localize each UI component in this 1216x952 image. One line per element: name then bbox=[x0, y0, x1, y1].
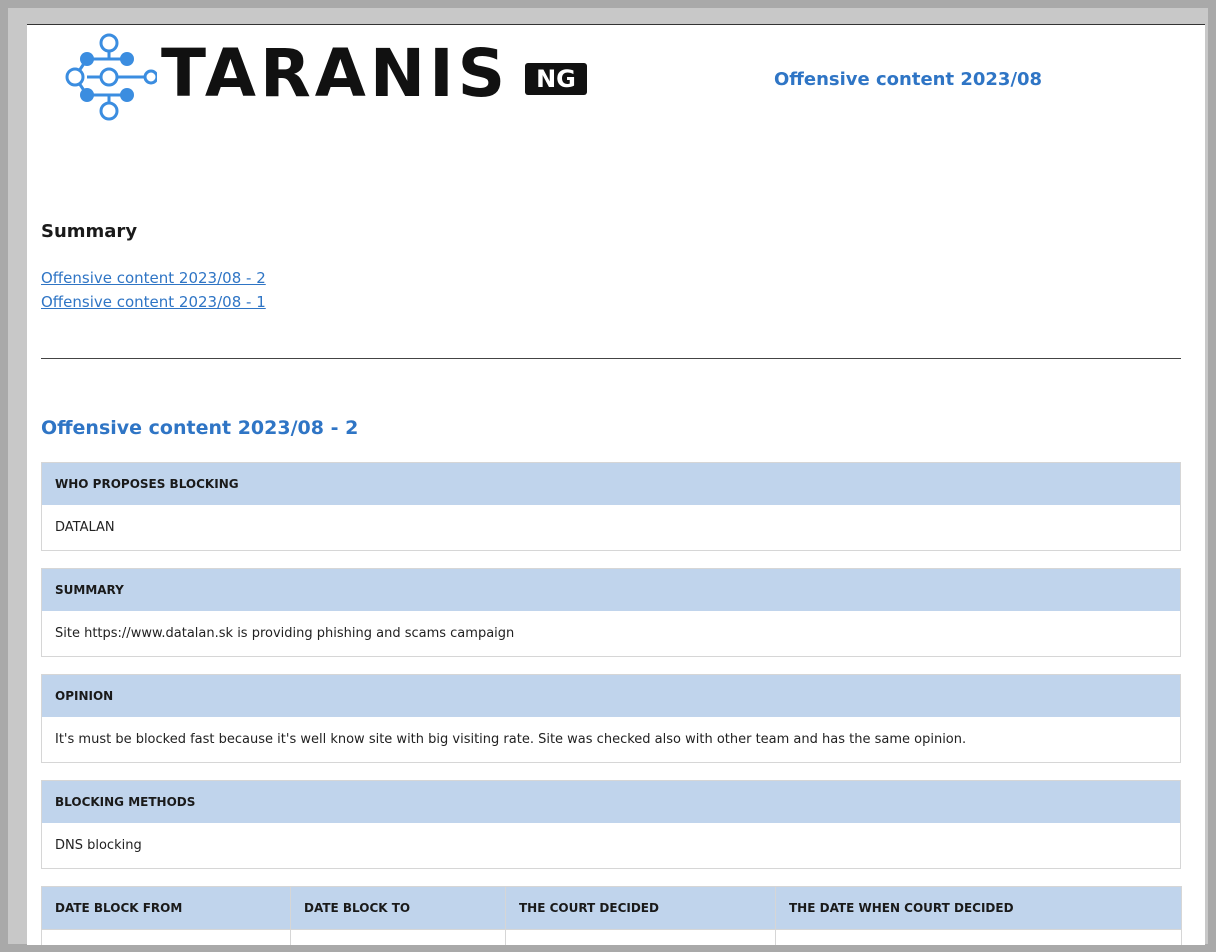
field-label: WHO PROPOSES BLOCKING bbox=[42, 463, 1180, 505]
field-label: SUMMARY bbox=[42, 569, 1180, 611]
column-court-decided: THE COURT DECIDED bbox=[505, 886, 776, 930]
table-row bbox=[41, 929, 1182, 945]
field-value: Site https://www.datalan.sk is providing… bbox=[55, 626, 515, 641]
table-cell bbox=[41, 929, 291, 945]
field-value: DNS blocking bbox=[55, 838, 142, 853]
taranis-logo: TARANIS NG bbox=[65, 29, 595, 125]
section-divider bbox=[41, 358, 1181, 359]
table-header-row: DATE BLOCK FROM DATE BLOCK TO THE COURT … bbox=[41, 886, 1182, 930]
column-court-decision-date: THE DATE WHEN COURT DECIDED bbox=[775, 886, 1182, 930]
field-label: BLOCKING METHODS bbox=[42, 781, 1180, 823]
dates-table: DATE BLOCK FROM DATE BLOCK TO THE COURT … bbox=[41, 886, 1182, 945]
window-frame: TARANIS NG Offensive content 2023/08 Sum… bbox=[8, 8, 1208, 945]
table-cell bbox=[290, 929, 506, 945]
field-summary: SUMMARY Site https://www.datalan.sk is p… bbox=[41, 568, 1181, 657]
field-label: OPINION bbox=[42, 675, 1180, 717]
table-cell bbox=[505, 929, 776, 945]
field-who-proposes-blocking: WHO PROPOSES BLOCKING DATALAN bbox=[41, 462, 1181, 551]
logo-badge: NG bbox=[525, 63, 587, 95]
column-date-block-to: DATE BLOCK TO bbox=[290, 886, 506, 930]
logo-wordmark: TARANIS bbox=[161, 35, 510, 112]
report-page: TARANIS NG Offensive content 2023/08 Sum… bbox=[27, 24, 1205, 945]
column-date-block-from: DATE BLOCK FROM bbox=[41, 886, 291, 930]
field-value: It's must be blocked fast because it's w… bbox=[55, 732, 967, 747]
summary-links: Offensive content 2023/08 - 2 Offensive … bbox=[41, 266, 266, 314]
table-cell bbox=[775, 929, 1182, 945]
summary-heading: Summary bbox=[41, 221, 138, 242]
document-title: Offensive content 2023/08 bbox=[774, 69, 1043, 90]
field-opinion: OPINION It's must be blocked fast becaus… bbox=[41, 674, 1181, 763]
field-value: DATALAN bbox=[55, 520, 115, 535]
network-node-icon bbox=[65, 33, 157, 121]
report-title: Offensive content 2023/08 - 2 bbox=[41, 417, 359, 439]
field-blocking-methods: BLOCKING METHODS DNS blocking bbox=[41, 780, 1181, 869]
summary-link-report-1[interactable]: Offensive content 2023/08 - 1 bbox=[41, 290, 266, 314]
summary-link-report-2[interactable]: Offensive content 2023/08 - 2 bbox=[41, 266, 266, 290]
